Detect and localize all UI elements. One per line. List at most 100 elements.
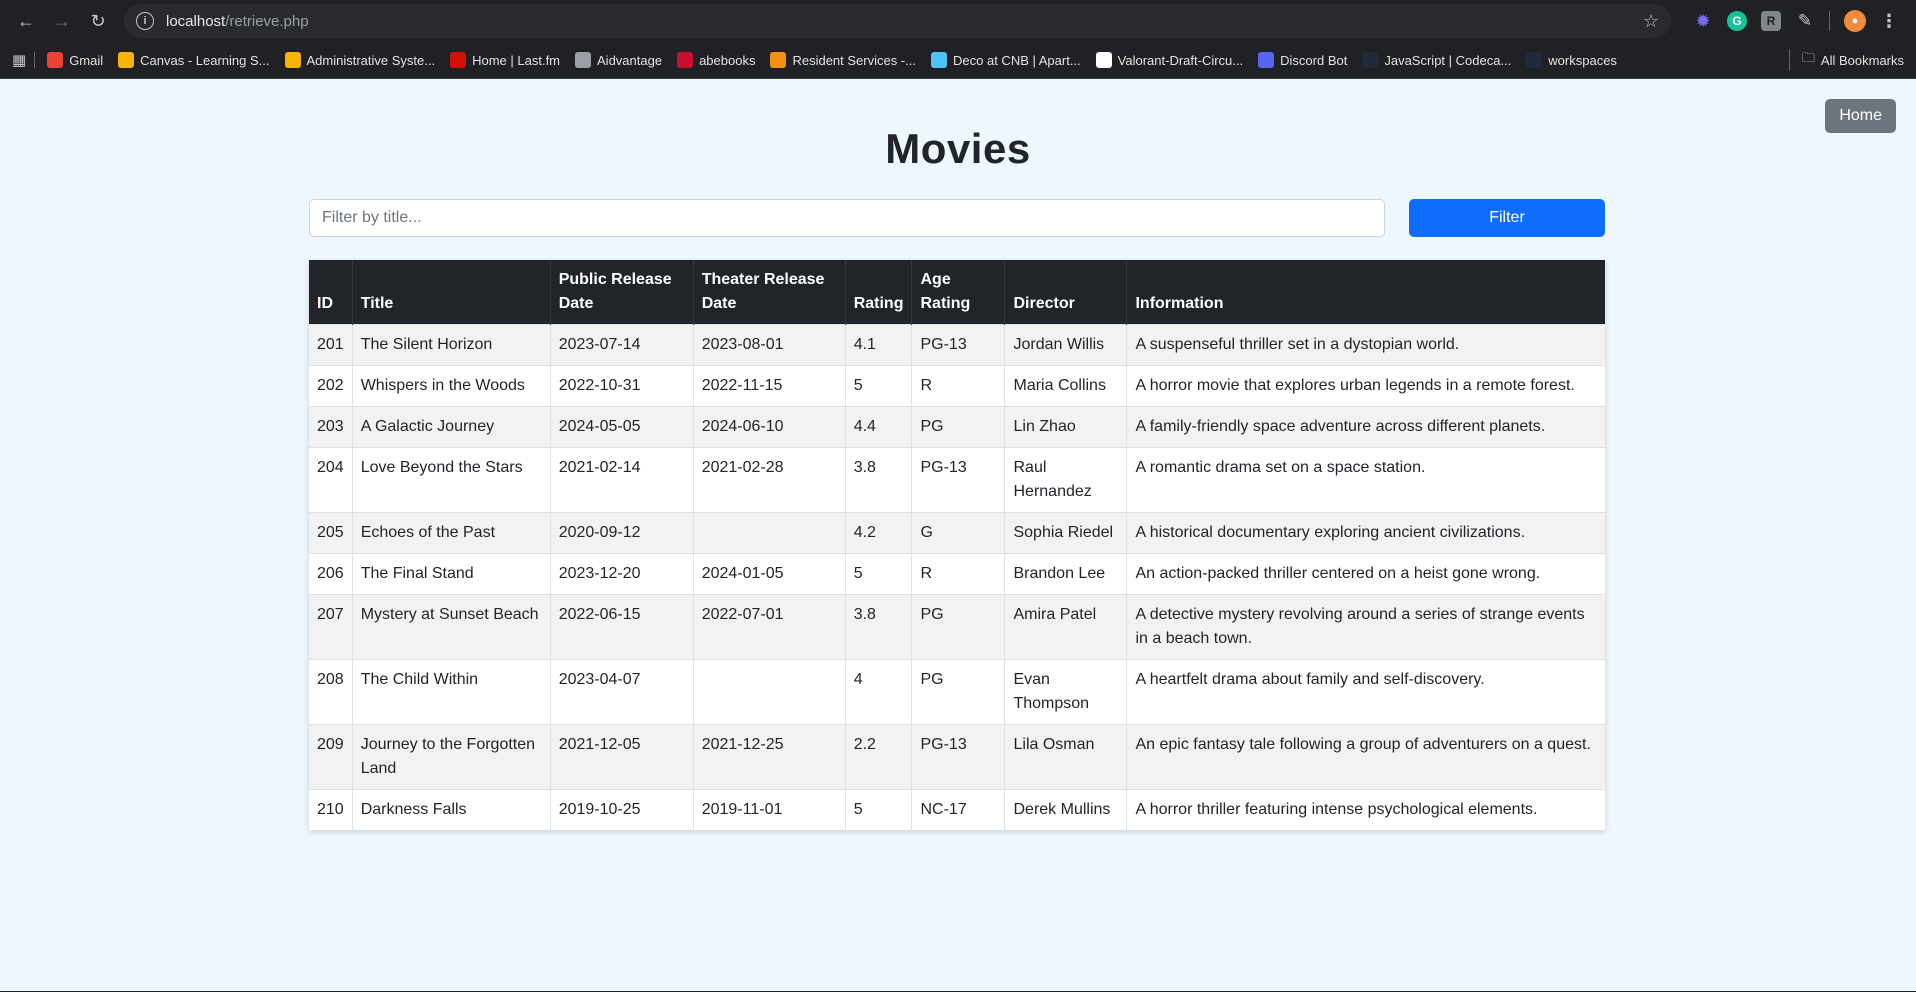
table-cell: A detective mystery revolving around a s… <box>1126 594 1605 660</box>
filter-button[interactable]: Filter <box>1409 199 1605 237</box>
gmail-icon <box>47 52 64 68</box>
table-cell: Derek Mullins <box>1004 789 1128 830</box>
bookmark-label: abebooks <box>699 52 756 68</box>
grammarly-icon[interactable]: G <box>1727 11 1747 31</box>
bookmark-item[interactable]: Home | Last.fm <box>450 52 560 68</box>
page-title: Movies <box>885 125 1031 172</box>
bookmark-item[interactable]: Discord Bot <box>1258 52 1347 68</box>
table-cell: Sophia Riedel <box>1004 512 1128 554</box>
table-cell: A suspenseful thriller set in a dystopia… <box>1126 324 1605 366</box>
column-header: Theater Release Date <box>693 260 846 325</box>
all-bookmarks-button[interactable]: 🗀 All Bookmarks <box>1788 49 1904 71</box>
table-cell: Lin Zhao <box>1004 406 1128 448</box>
table-cell <box>693 659 846 725</box>
back-arrow-icon[interactable]: ← <box>8 3 44 39</box>
lastfm-icon <box>450 52 467 68</box>
menu-kebab-icon[interactable]: ⋮ <box>1880 11 1898 32</box>
extensions-puzzle-icon[interactable]: ✎ <box>1795 11 1815 31</box>
table-cell: A horror thriller featuring intense psyc… <box>1126 789 1605 830</box>
table-cell: The Child Within <box>352 659 551 725</box>
abebooks-icon <box>677 52 694 68</box>
table-cell: 206 <box>309 553 353 595</box>
table-cell: 204 <box>309 447 353 513</box>
site-info-icon[interactable]: i <box>136 12 154 30</box>
table-cell: PG-13 <box>911 324 1006 366</box>
extension-r-icon[interactable]: R <box>1761 11 1781 31</box>
table-cell: PG <box>911 594 1006 660</box>
column-header: Title <box>352 260 551 325</box>
table-cell: 210 <box>309 789 353 830</box>
bookmark-item[interactable]: Gmail <box>47 52 103 68</box>
table-cell: 3.8 <box>845 447 913 513</box>
bookmark-label: Administrative Syste... <box>306 52 436 68</box>
reload-icon[interactable]: ↻ <box>80 3 116 39</box>
table-cell: Love Beyond the Stars <box>352 447 551 513</box>
column-header: Age Rating <box>911 260 1006 325</box>
table-cell: 2024-01-05 <box>693 553 846 595</box>
table-cell: 5 <box>845 789 913 830</box>
bookmarks-divider <box>34 52 36 68</box>
bookmark-item[interactable]: Valorant-Draft-Circu... <box>1095 52 1244 68</box>
table-cell: 2022-06-15 <box>550 594 694 660</box>
codecademy-icon <box>1362 52 1379 68</box>
table-cell: A horror movie that explores urban legen… <box>1126 365 1605 407</box>
table-cell: 208 <box>309 659 353 725</box>
table-cell: Brandon Lee <box>1004 553 1128 595</box>
table-cell: Echoes of the Past <box>352 512 551 554</box>
bookmark-item[interactable]: Resident Services -... <box>770 52 916 68</box>
table-cell: An epic fantasy tale following a group o… <box>1126 724 1605 790</box>
table-cell: PG-13 <box>911 447 1006 513</box>
table-cell: 2019-10-25 <box>550 789 694 830</box>
bookmark-item[interactable]: Aidvantage <box>575 52 662 68</box>
table-cell: 2021-12-25 <box>693 724 846 790</box>
table-cell: An action-packed thriller centered on a … <box>1126 553 1605 595</box>
bookmark-item[interactable]: JavaScript | Codeca... <box>1362 52 1511 68</box>
bookmark-label: Resident Services -... <box>792 52 917 68</box>
table-cell: R <box>911 553 1006 595</box>
url-text[interactable]: localhost/retrieve.php <box>166 13 1643 30</box>
home-button[interactable]: Home <box>1825 99 1896 133</box>
table-cell: 2023-04-07 <box>550 659 694 725</box>
forward-arrow-icon[interactable]: → <box>44 3 80 39</box>
profile-avatar[interactable]: ● <box>1844 10 1866 32</box>
table-cell: 4 <box>845 659 913 725</box>
table-cell: PG-13 <box>911 724 1006 790</box>
url-path: /retrieve.php <box>225 12 309 30</box>
bookmark-star-icon[interactable]: ☆ <box>1643 11 1659 32</box>
table-row: 205 Echoes of the Past 2020-09-12 4.2 G Sophi… <box>309 512 1605 554</box>
bookmark-label: Gmail <box>69 52 104 68</box>
all-bookmarks-label: All Bookmarks <box>1820 52 1904 68</box>
table-cell: 2019-11-01 <box>693 789 846 830</box>
table-row: 210 Darkness Falls 2019-10-25 2019-11-01 5 NC… <box>309 789 1605 830</box>
url-host: localhost <box>166 12 226 30</box>
bookmark-item[interactable]: Administrative Syste... <box>284 52 436 68</box>
table-row: 203 A Galactic Journey 2024-05-05 2024-06-1… <box>309 406 1605 448</box>
movies-table-container: ID Title Public Release Date Theater Releas… <box>309 260 1605 830</box>
table-cell: R <box>911 365 1006 407</box>
table-cell: 4.1 <box>845 324 913 366</box>
table-cell: 209 <box>309 724 353 790</box>
table-cell: 2024-05-05 <box>550 406 694 448</box>
filter-title-input[interactable]: Filter by title... <box>309 199 1385 237</box>
bookmark-item[interactable]: abebooks <box>677 52 755 68</box>
deco-icon <box>931 52 948 68</box>
table-cell: A heartfelt drama about family and self-… <box>1126 659 1605 725</box>
address-bar[interactable]: i localhost/retrieve.php ☆ <box>124 4 1671 38</box>
table-cell: 202 <box>309 365 353 407</box>
bookmark-label: Valorant-Draft-Circu... <box>1117 52 1244 68</box>
table-row: 208 The Child Within 2023-04-07 4 PG Evan Tho… <box>309 659 1605 725</box>
extension-gear-icon[interactable]: ✹ <box>1693 11 1713 31</box>
apps-grid-icon[interactable]: ▦ <box>12 51 26 69</box>
table-row: 207 Mystery at Sunset Beach 2022-06-15 2022… <box>309 594 1605 660</box>
bookmark-item[interactable]: workspaces <box>1526 52 1617 68</box>
discord-icon <box>1258 52 1275 68</box>
table-cell: 4.4 <box>845 406 913 448</box>
toolbar-divider <box>1829 11 1830 31</box>
bookmark-label: Home | Last.fm <box>472 52 561 68</box>
bookmark-item[interactable]: Canvas - Learning S... <box>118 52 270 68</box>
bookmark-item[interactable]: Deco at CNB | Apart... <box>931 52 1081 68</box>
table-cell: 203 <box>309 406 353 448</box>
bookmark-label: Canvas - Learning S... <box>140 52 270 68</box>
table-cell <box>693 512 846 554</box>
table-cell: 2021-02-28 <box>693 447 846 513</box>
